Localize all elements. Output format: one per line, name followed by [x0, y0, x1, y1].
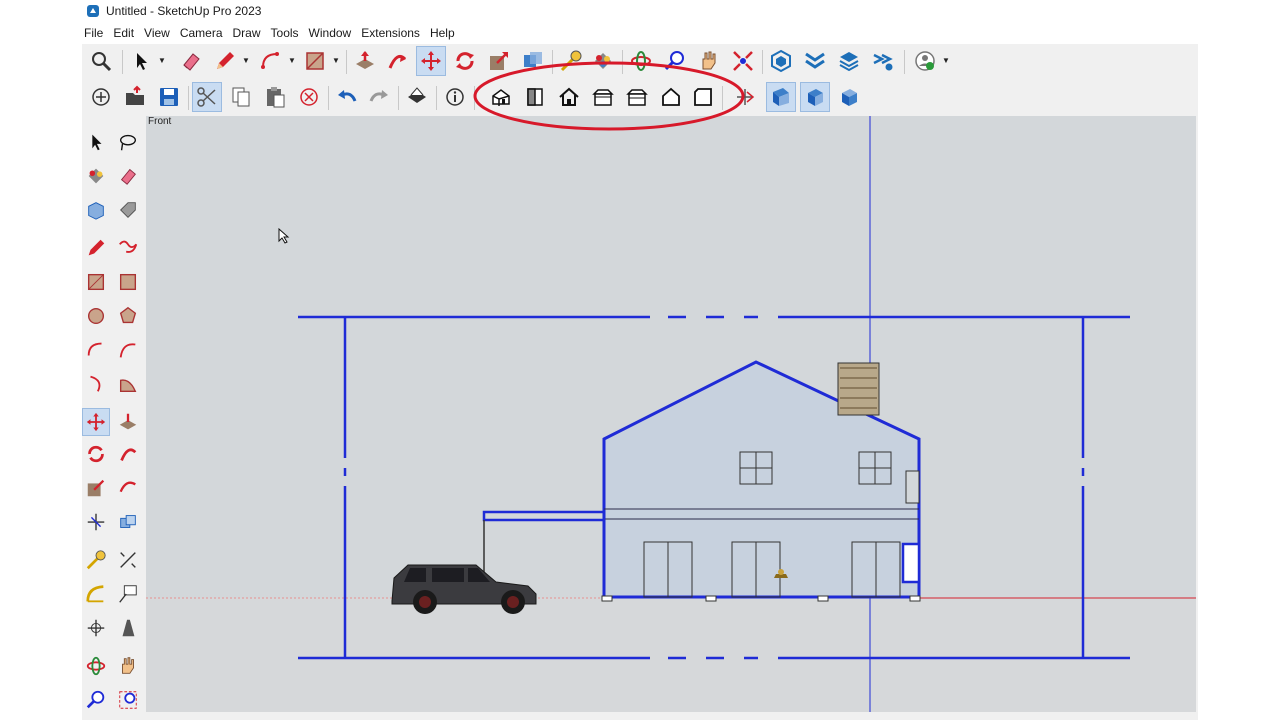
push-pull-icon[interactable]: [114, 408, 142, 436]
account-dropdown-icon[interactable]: ▼: [942, 56, 950, 66]
two-point-arc-icon[interactable]: [114, 336, 142, 364]
protractor-icon[interactable]: [82, 580, 110, 608]
menu-camera[interactable]: Camera: [178, 26, 229, 40]
separator: [188, 86, 189, 110]
sketchup-logo-icon: [87, 5, 99, 17]
lasso-icon[interactable]: [114, 128, 142, 156]
cut-icon[interactable]: [192, 82, 222, 112]
shape-dropdown-icon[interactable]: ▼: [332, 56, 340, 66]
separator: [904, 50, 905, 74]
3d-text-icon[interactable]: [114, 614, 142, 642]
copy-icon[interactable]: [226, 82, 256, 112]
extension-warehouse-icon[interactable]: [800, 46, 830, 76]
rotate-icon[interactable]: [82, 440, 110, 468]
menu-file[interactable]: File: [82, 26, 109, 40]
tape-measure-icon[interactable]: [82, 546, 110, 574]
annotation-circle: [473, 61, 745, 131]
zoom-icon[interactable]: [82, 686, 110, 714]
paste-icon[interactable]: [260, 82, 290, 112]
rectangle-icon[interactable]: [82, 268, 110, 296]
model-info-icon[interactable]: [440, 82, 470, 112]
open-icon[interactable]: [120, 82, 150, 112]
print-icon[interactable]: [402, 82, 432, 112]
freehand-icon[interactable]: [114, 234, 142, 262]
search-icon[interactable]: [86, 46, 116, 76]
make-component-icon[interactable]: [82, 196, 110, 224]
separator: [122, 50, 123, 74]
menu-tools[interactable]: Tools: [269, 26, 305, 40]
warehouse-icon[interactable]: [766, 46, 796, 76]
offset-icon[interactable]: [114, 474, 142, 502]
circle-icon[interactable]: [82, 302, 110, 330]
eraser-icon[interactable]: [176, 46, 206, 76]
sketchup-window: Untitled - SketchUp Pro 2023 File Edit V…: [82, 0, 1198, 720]
pie-icon[interactable]: [114, 370, 142, 398]
display-section-fill-icon[interactable]: [834, 82, 864, 112]
tag-icon[interactable]: [114, 196, 142, 224]
extension-manager-icon[interactable]: [868, 46, 898, 76]
axes-icon[interactable]: [82, 614, 110, 642]
account-icon[interactable]: [910, 46, 940, 76]
display-section-planes-icon[interactable]: [766, 82, 796, 112]
flip-icon[interactable]: [82, 508, 110, 536]
line-icon[interactable]: [82, 234, 110, 262]
dimension-icon[interactable]: [114, 546, 142, 574]
layout-icon[interactable]: [834, 46, 864, 76]
separator: [436, 86, 437, 110]
arc-dropdown-icon[interactable]: ▼: [288, 56, 296, 66]
separator: [328, 86, 329, 110]
select-dropdown-icon[interactable]: ▼: [158, 56, 166, 66]
mouse-cursor-icon: [278, 228, 290, 244]
menu-extensions[interactable]: Extensions: [359, 26, 426, 40]
polygon-icon[interactable]: [114, 302, 142, 330]
zoom-window-icon[interactable]: [114, 686, 142, 714]
move-icon[interactable]: [82, 408, 110, 436]
paint-bucket-icon[interactable]: [82, 162, 110, 190]
menu-bar: File Edit View Camera Draw Tools Window …: [82, 22, 1198, 44]
select-tool-icon[interactable]: [126, 46, 156, 76]
orbit-icon[interactable]: [82, 652, 110, 680]
model-viewport[interactable]: Front: [146, 116, 1196, 712]
follow-me-icon[interactable]: [114, 440, 142, 468]
select-icon[interactable]: [82, 128, 110, 156]
menu-view[interactable]: View: [142, 26, 176, 40]
scene-tab-label[interactable]: Front: [148, 116, 171, 127]
display-section-cuts-icon[interactable]: [800, 82, 830, 112]
line-dropdown-icon[interactable]: ▼: [242, 56, 250, 66]
separator: [346, 50, 347, 74]
window-title: Untitled - SketchUp Pro 2023: [106, 4, 262, 18]
menu-help[interactable]: Help: [428, 26, 461, 40]
title-bar: Untitled - SketchUp Pro 2023: [82, 0, 1198, 22]
menu-window[interactable]: Window: [307, 26, 358, 40]
menu-draw[interactable]: Draw: [231, 26, 267, 40]
menu-edit[interactable]: Edit: [111, 26, 140, 40]
arc-icon[interactable]: [82, 336, 110, 364]
arc-icon[interactable]: [256, 46, 286, 76]
scene-drawing: [146, 116, 1196, 712]
follow-me-icon[interactable]: [382, 46, 412, 76]
scale-icon[interactable]: [82, 474, 110, 502]
left-tool-palette: [82, 116, 146, 720]
erase-selection-icon[interactable]: [294, 82, 324, 112]
separator: [398, 86, 399, 110]
rotated-rectangle-icon[interactable]: [114, 268, 142, 296]
move-icon[interactable]: [416, 46, 446, 76]
separator: [762, 50, 763, 74]
solid-tools-icon[interactable]: [114, 508, 142, 536]
pencil-icon[interactable]: [210, 46, 240, 76]
pan-icon[interactable]: [114, 652, 142, 680]
three-point-arc-icon[interactable]: [82, 370, 110, 398]
push-pull-icon[interactable]: [350, 46, 380, 76]
redo-icon[interactable]: [364, 82, 394, 112]
new-icon[interactable]: [86, 82, 116, 112]
rectangle-icon[interactable]: [300, 46, 330, 76]
text-icon[interactable]: [114, 580, 142, 608]
save-icon[interactable]: [154, 82, 184, 112]
undo-icon[interactable]: [332, 82, 362, 112]
eraser-icon[interactable]: [114, 162, 142, 190]
